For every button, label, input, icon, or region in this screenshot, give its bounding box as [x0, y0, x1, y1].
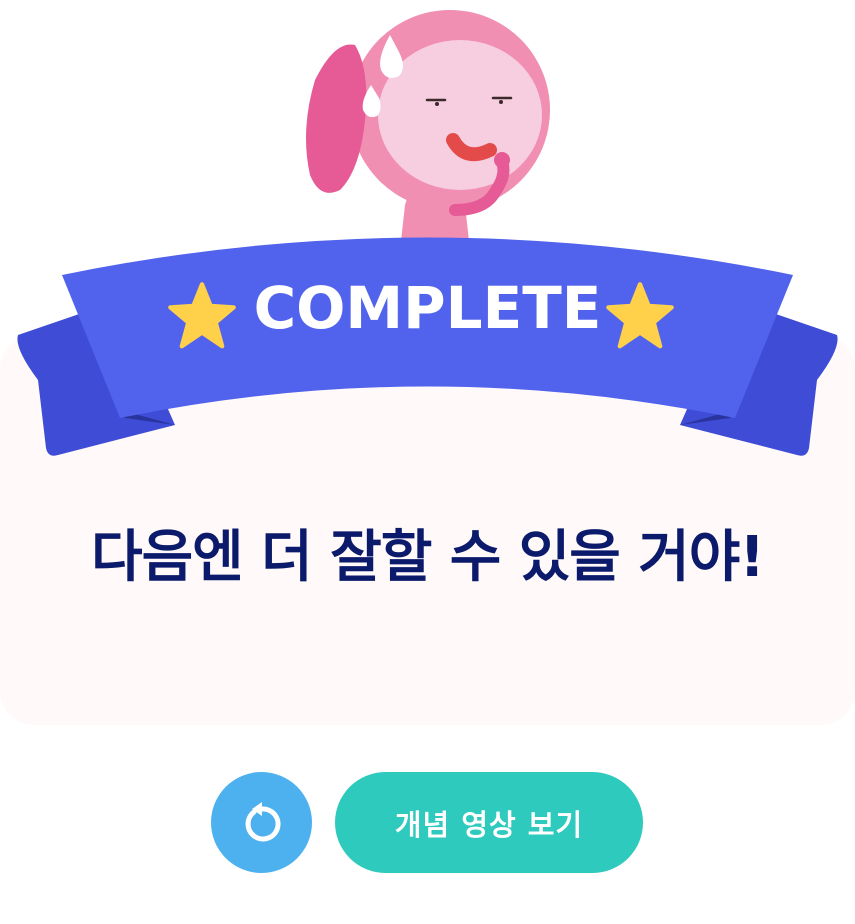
watch-concept-video-label: 개념 영상 보기 [394, 807, 584, 842]
complete-title: COMPLETE [253, 274, 602, 342]
watch-concept-video-button[interactable]: 개념 영상 보기 [335, 772, 643, 873]
retry-button[interactable] [211, 772, 312, 873]
retry-icon [245, 801, 281, 841]
mascot-illustration [306, 10, 550, 250]
result-message: 다음엔 더 잘할 수 있을 거야! [91, 525, 765, 590]
